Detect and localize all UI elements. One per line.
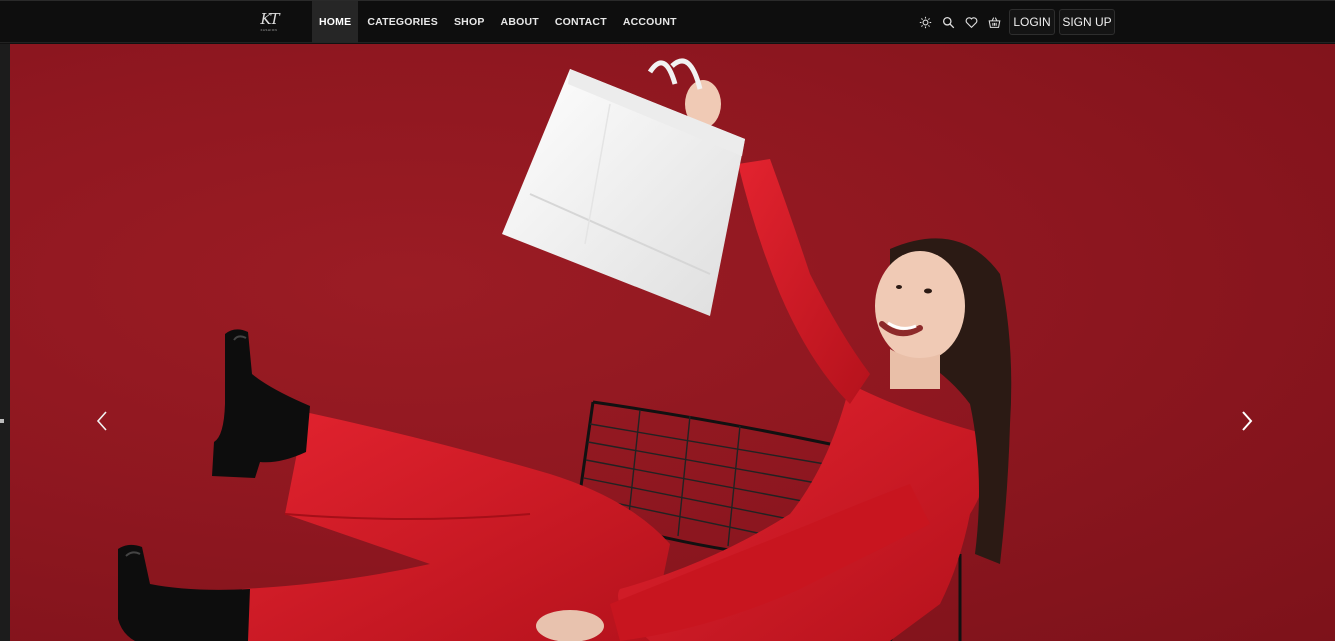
search-icon[interactable] <box>940 14 956 30</box>
nav-link-about[interactable]: ABOUT <box>493 1 547 43</box>
carousel-next-button[interactable] <box>1235 406 1259 436</box>
nav-link-account[interactable]: ACCOUNT <box>615 1 685 43</box>
login-button[interactable]: LOGIN <box>1009 9 1055 35</box>
chevron-left-icon <box>96 411 107 431</box>
logo-subtext: FASHION <box>260 28 278 32</box>
nav-icon-group <box>917 13 1002 31</box>
basket-icon[interactable] <box>986 14 1002 30</box>
nav-link-categories[interactable]: CATEGORIES <box>359 1 446 43</box>
left-edge-marker <box>0 419 4 423</box>
left-edge-strip <box>0 44 10 641</box>
nav-link-shop[interactable]: SHOP <box>446 1 493 43</box>
main-nav: HOME CATEGORIES SHOP ABOUT CONTACT ACCOU… <box>312 1 685 43</box>
hero-carousel <box>10 44 1335 641</box>
sun-icon[interactable] <box>917 14 933 30</box>
signup-button[interactable]: SIGN UP <box>1059 9 1115 35</box>
top-navbar: KT FASHION HOME CATEGORIES SHOP ABOUT CO… <box>0 0 1335 43</box>
brand-logo[interactable]: KT FASHION <box>256 10 282 34</box>
nav-link-home[interactable]: HOME <box>312 1 359 43</box>
logo-monogram: KT <box>260 10 279 28</box>
heart-icon[interactable] <box>963 14 979 30</box>
chevron-right-icon <box>1242 411 1253 431</box>
nav-link-contact[interactable]: CONTACT <box>547 1 615 43</box>
carousel-prev-button[interactable] <box>90 406 114 436</box>
hero-image <box>118 58 1012 641</box>
